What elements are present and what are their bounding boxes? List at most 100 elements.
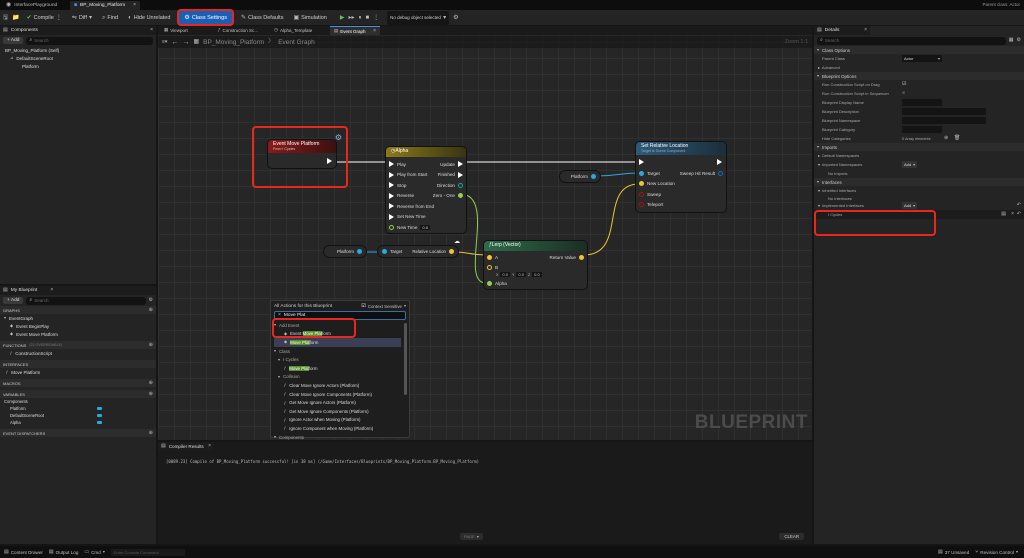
namespace-input[interactable] (902, 117, 986, 124)
platform-getter-2[interactable]: Platform (324, 246, 366, 257)
inherited-interfaces-row[interactable]: ▾ Inherited Interfaces (814, 186, 1024, 195)
my-blueprint-search[interactable]: ⌕ Search (26, 296, 146, 305)
pause-icon[interactable]: ⏸ (358, 15, 361, 21)
unsaved-button[interactable]: ▤ 37 Unsaved (938, 549, 969, 555)
component-default-scene-root[interactable]: ⊿ DefaultSceneRoot (0, 54, 156, 62)
action-item[interactable]: ƒ Ignore Actor when Moving (Platform) (274, 416, 401, 425)
play-icon[interactable]: ▶ (340, 15, 345, 21)
remove-icon[interactable]: × (1011, 212, 1014, 217)
close-icon[interactable]: × (150, 28, 153, 33)
checkbox-icon[interactable]: ■ (902, 91, 905, 96)
property-matrix-icon[interactable]: ▦ (1009, 38, 1014, 43)
b-z-field[interactable]: 0.0 (532, 272, 542, 277)
debug-object-select[interactable]: No debug object selected ▾ (387, 10, 450, 25)
dispatchers-section[interactable]: EVENT DISPATCHERS ⊕ (0, 429, 156, 437)
pin-new-location[interactable]: New Location (639, 179, 675, 190)
pin-reverse-from-end[interactable]: Reverse from End (389, 201, 434, 212)
interfaces-section[interactable]: INTERFACES (0, 360, 156, 368)
add-import-button[interactable]: Add ▾ (902, 161, 918, 168)
action-item[interactable]: ◆ Move Platform (274, 338, 401, 347)
pin-return-value[interactable]: Return Value (550, 252, 584, 263)
add-icon[interactable]: ⊕ (149, 307, 153, 313)
set-loc-exec-out[interactable] (717, 159, 722, 165)
add-icon[interactable]: ⊕ (149, 430, 153, 436)
parent-class-dropdown[interactable]: Actor ▾ (902, 55, 942, 62)
class-options-section[interactable]: ▾ Class Options (814, 46, 1024, 54)
interface-move-platform[interactable]: ƒ Move Platform (0, 368, 156, 376)
pin-new-time[interactable]: New Time 0.0 (389, 222, 434, 233)
details-search[interactable]: ⌕ Search (817, 36, 1006, 45)
pin-direction[interactable]: Direction (433, 180, 463, 191)
get-relative-location-node[interactable]: Target Relative Location (378, 246, 458, 257)
graph-item-move-platform[interactable]: ◆ Event Move Platform (0, 330, 156, 338)
pin-play-from-start[interactable]: Play from Start (389, 170, 434, 181)
pin-teleport[interactable]: Teleport (639, 200, 675, 211)
context-sensitive-toggle[interactable]: ☑ Context Sensitive ▾ (361, 303, 406, 309)
output-log-button[interactable]: ▤ Output Log (49, 549, 78, 555)
pin-update[interactable]: Update (433, 159, 463, 170)
action-item[interactable]: ƒ Clear Move Ignore Actors (Platform) (274, 381, 401, 390)
settings-icon[interactable]: ⚙ (149, 298, 153, 303)
close-icon[interactable]: × (133, 3, 136, 8)
b-y-field[interactable]: 0.0 (516, 272, 526, 277)
set-relative-location-node[interactable]: Set Relative Location Target is Scene Co… (636, 142, 726, 212)
graph-item-beginplay[interactable]: ◆ Event BeginPlay (0, 322, 156, 330)
variable-default-scene-root[interactable]: DefaultSceneRoot (0, 412, 156, 419)
lerp-vector-node[interactable]: ƒ Lerp (Vector) A B X 0.0 Y 0.0 Z 0.0 Alpha… (484, 241, 587, 289)
options-icon[interactable]: ⋮ (373, 15, 379, 21)
step-icon[interactable]: ▸▸ (348, 15, 354, 21)
imports-section[interactable]: ▾ Imports (814, 143, 1024, 151)
function-construction-script[interactable]: ƒ ConstructionScript (0, 349, 156, 357)
add-interface-button[interactable]: Add ▾ (902, 202, 918, 209)
close-icon[interactable]: × (208, 444, 211, 449)
add-icon[interactable]: ⊕ (944, 136, 948, 141)
compile-button[interactable]: ✔ Compile ⋮ (24, 11, 65, 25)
action-item[interactable]: ƒ Get Move Ignore Components (Platform) (274, 407, 401, 416)
pin-a[interactable]: A (487, 252, 498, 263)
set-loc-exec-in[interactable] (639, 159, 644, 165)
add-icon[interactable]: ⊕ (149, 380, 153, 386)
asset-tab[interactable]: ■ BP_Moving_Platform × (70, 1, 140, 10)
close-icon[interactable]: × (864, 28, 867, 33)
action-scrollbar[interactable] (404, 323, 407, 395)
graph-editor[interactable]: ▦ Viewport ƒ Construction Sc... ◷ Alpha_Tem… (158, 26, 812, 440)
class-settings-button[interactable]: ⚙ Class Settings (177, 9, 234, 26)
debug-settings-icon[interactable]: ⚙ (453, 15, 458, 21)
reset-icon[interactable]: ↶ (1017, 203, 1021, 208)
level-tab[interactable]: ◉ InterfacePlayground (2, 1, 61, 9)
display-name-input[interactable] (902, 99, 942, 106)
add-member-button[interactable]: + Add (3, 297, 24, 304)
trash-icon[interactable]: 🗑 (954, 136, 960, 141)
variable-platform[interactable]: Platform (0, 405, 156, 412)
new-time-field[interactable]: 0.0 (420, 224, 430, 230)
advanced-row[interactable]: ▸ Advanced (814, 63, 1024, 72)
add-icon[interactable]: ⊕ (149, 342, 153, 348)
console-input[interactable]: Enter Console Command (110, 548, 185, 556)
event-graph-item[interactable]: ▾ EventGraph (0, 314, 156, 322)
reset-icon[interactable]: ↶ (1017, 212, 1021, 217)
add-component-button[interactable]: + Add (3, 37, 24, 44)
components-category[interactable]: Components (0, 398, 156, 405)
macros-section[interactable]: MACROS ⊕ (0, 379, 156, 387)
revision-control-button[interactable]: ⑂ Revision Control ▾ (975, 549, 1018, 555)
simulation-button[interactable]: ▣ Simulation (290, 11, 329, 25)
pin-stop[interactable]: Stop (389, 180, 434, 191)
pin-reverse[interactable]: Reverse (389, 191, 434, 202)
browse-icon[interactable]: 📁 (12, 15, 19, 21)
close-icon[interactable]: × (50, 288, 53, 293)
browse-icon[interactable]: ▤ (1001, 212, 1006, 217)
hide-unrelated-button[interactable]: ◐ Hide Unrelated (125, 11, 173, 25)
settings-icon[interactable]: ⚙ (1017, 38, 1021, 43)
pin-zero-one[interactable]: Zero - One (433, 191, 463, 202)
page-button[interactable]: PAGE ▾ (460, 533, 483, 540)
clear-button[interactable]: CLEAR (779, 533, 804, 540)
pin-play[interactable]: Play (389, 159, 434, 170)
component-platform[interactable]: Platform (0, 62, 156, 70)
category-input[interactable] (902, 126, 942, 133)
interfaces-section[interactable]: ▾ Interfaces (814, 178, 1024, 186)
action-item[interactable]: ƒ Move Platform (274, 364, 401, 373)
component-self[interactable]: BP_Moving_Platform (Self) (0, 46, 156, 54)
checkbox-checked-icon[interactable]: ☑ (902, 82, 906, 87)
stop-icon[interactable]: ■ (366, 15, 370, 21)
pin-b[interactable]: B (487, 262, 498, 273)
